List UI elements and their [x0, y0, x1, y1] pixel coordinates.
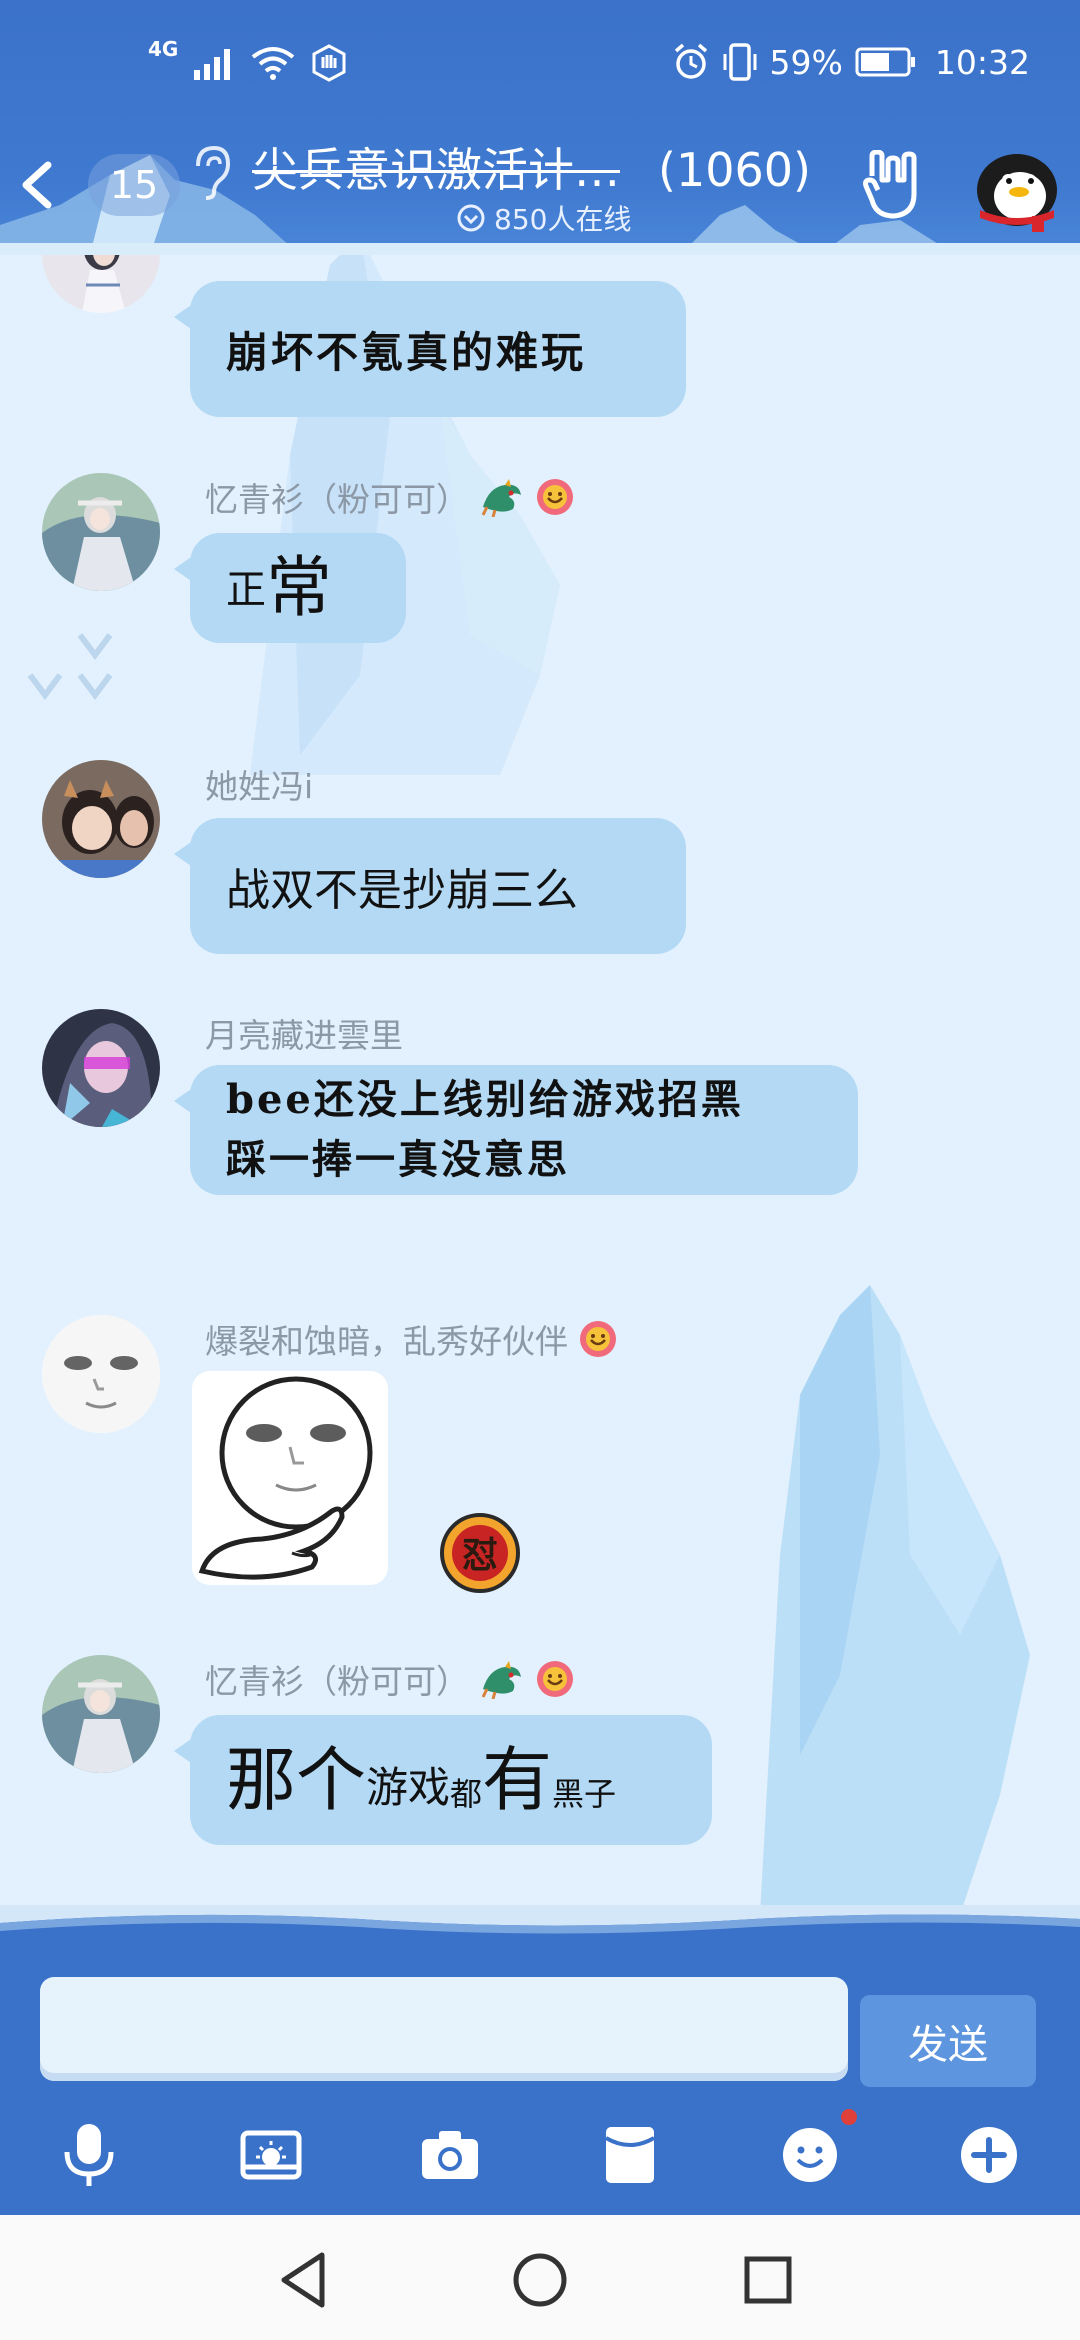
- flower-badge-icon: [537, 479, 573, 515]
- sender-row: 忆青衫（粉可可）: [205, 473, 575, 521]
- member-count: (1060): [658, 143, 811, 197]
- red-packet-icon: [604, 2127, 656, 2183]
- red-packet-button[interactable]: [585, 2105, 675, 2205]
- system-navigation-bar: [0, 2215, 1080, 2340]
- battery-icon: [855, 47, 915, 77]
- message-text-line1: bee还没上线别给游戏招黑: [226, 1076, 744, 1123]
- message-text-part: 有: [482, 1739, 553, 1821]
- wave-divider: [0, 1905, 1080, 1934]
- message-text-line2: 踩一捧一真没意思: [226, 1136, 570, 1183]
- flower-badge-icon: [537, 1661, 573, 1697]
- nav-row: 15 尖兵意识激活计… (1060) 850人在线: [0, 130, 1080, 240]
- battery-percent: 59%: [769, 42, 843, 82]
- sender-name[interactable]: 月亮藏进雲里: [205, 1009, 403, 1057]
- online-status: 850人在线: [456, 198, 631, 238]
- avatar-image: [42, 760, 160, 878]
- sender-name[interactable]: 她姓冯i: [205, 760, 313, 808]
- hand-notification-icon: [312, 44, 346, 82]
- online-check-icon: [457, 204, 485, 232]
- status-bar: 4G 59% 10:32: [0, 0, 1080, 130]
- avatar-image: [42, 1655, 160, 1773]
- reaction-badge[interactable]: 怼: [438, 1511, 522, 1595]
- sender-row: 月亮藏进雲里: [205, 1009, 403, 1057]
- message-text: 崩坏不氪真的难玩: [226, 327, 587, 377]
- clock: 10:32: [934, 42, 1030, 82]
- sender-name[interactable]: 爆裂和蚀暗，乱秀好伙伴: [205, 1315, 568, 1363]
- voice-button[interactable]: [44, 2105, 134, 2205]
- message-text-part: 那个: [226, 1739, 366, 1821]
- unread-count-badge[interactable]: 15: [88, 154, 180, 216]
- meme-face-avatar: [42, 1315, 160, 1433]
- plus-icon: [961, 2127, 1017, 2183]
- signal-icon: [194, 49, 231, 80]
- sender-row: 爆裂和蚀暗，乱秀好伙伴: [205, 1315, 618, 1363]
- system-home-icon[interactable]: [505, 2245, 575, 2315]
- online-count: 850人在线: [494, 203, 632, 236]
- qq-penguin-avatar-icon[interactable]: [970, 140, 1064, 234]
- more-button[interactable]: [944, 2105, 1034, 2205]
- avatar-image: [42, 473, 160, 591]
- microphone-icon: [64, 2124, 114, 2186]
- new-indicator-dot: [841, 2109, 857, 2125]
- message-bubble[interactable]: bee还没上线别给游戏招黑 踩一捧一真没意思: [174, 1065, 858, 1195]
- message-text-part: 都: [450, 1775, 483, 1813]
- dragon-badge-icon: [481, 1661, 521, 1699]
- group-name: 尖兵意识激活计…: [252, 143, 620, 197]
- sender-row: 她姓冯i: [205, 760, 313, 808]
- sender-row: 忆青衫（粉可可）: [205, 1655, 575, 1703]
- message-text: 战双不是抄崩三么: [226, 865, 578, 916]
- chat-header: 4G 59% 10:32 15 尖兵意识激活计… (1060) 850人在线: [0, 0, 1080, 255]
- vibrate-icon: [723, 43, 757, 81]
- input-area: 发送: [0, 1905, 1080, 2215]
- image-icon: [240, 2130, 302, 2180]
- angry-reaction-icon: 怼: [440, 1513, 520, 1593]
- ear-icon: [196, 145, 231, 200]
- dragon-badge-icon: [481, 479, 521, 517]
- alarm-icon: [674, 43, 707, 79]
- reaction-badge-text: 怼: [462, 1535, 498, 1576]
- image-button[interactable]: [226, 2105, 316, 2205]
- system-recents-icon[interactable]: [733, 2245, 803, 2315]
- message-text-small: 正: [226, 567, 266, 613]
- emoji-button[interactable]: [765, 2105, 857, 2205]
- rock-hand-icon[interactable]: [858, 150, 930, 222]
- avatar[interactable]: [42, 1315, 160, 1433]
- message-text-part: 黑子: [552, 1775, 617, 1813]
- back-arrow-icon: [22, 161, 52, 209]
- message-bubble[interactable]: 崩坏不氪真的难玩: [174, 281, 686, 417]
- sticker-image[interactable]: [192, 1371, 388, 1585]
- network-type: 4G: [148, 37, 179, 61]
- message-input[interactable]: [40, 1977, 848, 2081]
- emoji-icon: [783, 2128, 837, 2182]
- wifi-icon: [252, 47, 295, 80]
- avatar-image: [42, 1009, 160, 1127]
- message-text-part: 游戏: [366, 1763, 451, 1812]
- avatar[interactable]: [42, 1009, 160, 1127]
- message-bubble[interactable]: 正 常: [174, 533, 406, 643]
- message-bubble[interactable]: 战双不是抄崩三么: [174, 818, 686, 954]
- send-button[interactable]: 发送: [860, 1995, 1036, 2087]
- message-bubble[interactable]: 那个 游戏 都 有 黑子: [174, 1715, 712, 1845]
- system-back-icon[interactable]: [270, 2245, 340, 2315]
- camera-icon: [422, 2131, 478, 2179]
- avatar[interactable]: [42, 473, 160, 591]
- input-toolbar: [0, 2105, 1080, 2215]
- chat-message-list[interactable]: 崩坏不氪真的难玩 忆青衫（粉可可） 正 常 她姓冯i 战双不是抄崩三么 月亮藏进…: [0, 255, 1080, 1915]
- avatar[interactable]: [42, 760, 160, 878]
- camera-button[interactable]: [405, 2105, 495, 2205]
- message-text-large: 常: [266, 549, 332, 626]
- sender-name[interactable]: 忆青衫（粉可可）: [205, 1655, 469, 1703]
- meme-face-sticker: [192, 1371, 388, 1585]
- flower-badge-icon: [580, 1321, 616, 1357]
- sender-name[interactable]: 忆青衫（粉可可）: [205, 473, 469, 521]
- group-title[interactable]: 尖兵意识激活计… (1060): [252, 134, 852, 206]
- avatar[interactable]: [42, 1655, 160, 1773]
